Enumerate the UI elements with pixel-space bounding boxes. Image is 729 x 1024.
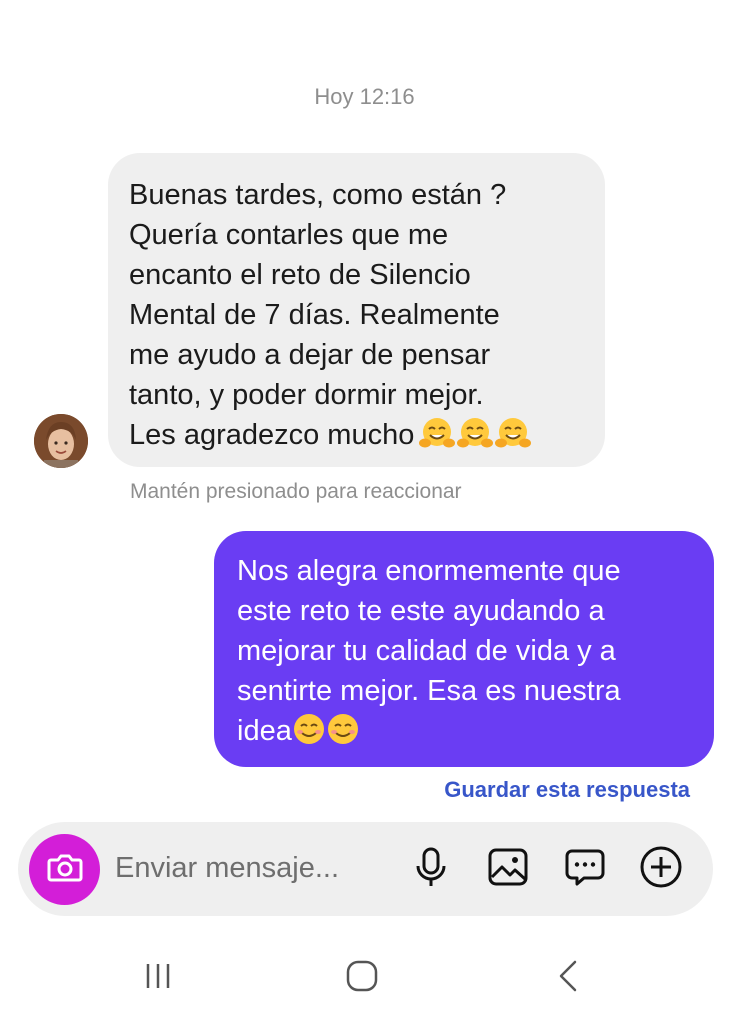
back-icon xyxy=(556,959,580,998)
reaction-hint: Mantén presionado para reaccionar xyxy=(130,480,462,503)
outgoing-message-bubble[interactable]: Nos alegra enormemente que este reto te … xyxy=(214,531,714,767)
message-timestamp: Hoy 12:16 xyxy=(314,84,415,109)
home-icon xyxy=(345,959,379,998)
add-button[interactable] xyxy=(638,846,684,892)
incoming-message-text: Buenas tardes, como están ? Quería conta… xyxy=(129,179,507,451)
recent-apps-icon xyxy=(143,961,173,996)
image-icon xyxy=(487,847,529,892)
avatar[interactable] xyxy=(34,414,88,468)
camera-icon xyxy=(47,851,83,888)
smiling-face-emoji-2 xyxy=(326,712,360,746)
incoming-message-bubble[interactable]: Buenas tardes, como están ? Quería conta… xyxy=(108,153,605,467)
message-input[interactable] xyxy=(115,848,385,888)
home-button[interactable] xyxy=(337,958,387,998)
camera-button[interactable] xyxy=(29,834,100,905)
plus-icon xyxy=(639,845,683,894)
system-navigation-bar xyxy=(0,940,729,1024)
chat-screen: Hoy 12:16 Buenas tardes, como están ? Qu… xyxy=(0,0,729,1024)
microphone-icon xyxy=(415,846,447,893)
hugging-face-emoji-3 xyxy=(494,416,532,450)
emoji-group xyxy=(418,416,532,450)
microphone-button[interactable] xyxy=(408,846,454,892)
hugging-face-emoji-1 xyxy=(418,416,456,450)
recent-apps-button[interactable] xyxy=(133,958,183,998)
hugging-face-emoji-2 xyxy=(456,416,494,450)
save-reply-link[interactable]: Guardar esta respuesta xyxy=(444,777,690,803)
sticker-button[interactable] xyxy=(562,846,608,892)
gallery-button[interactable] xyxy=(485,846,531,892)
smiling-face-emoji-1 xyxy=(292,712,326,746)
back-button[interactable] xyxy=(543,958,593,998)
chat-bubble-icon xyxy=(564,847,606,892)
message-composer xyxy=(18,822,713,916)
